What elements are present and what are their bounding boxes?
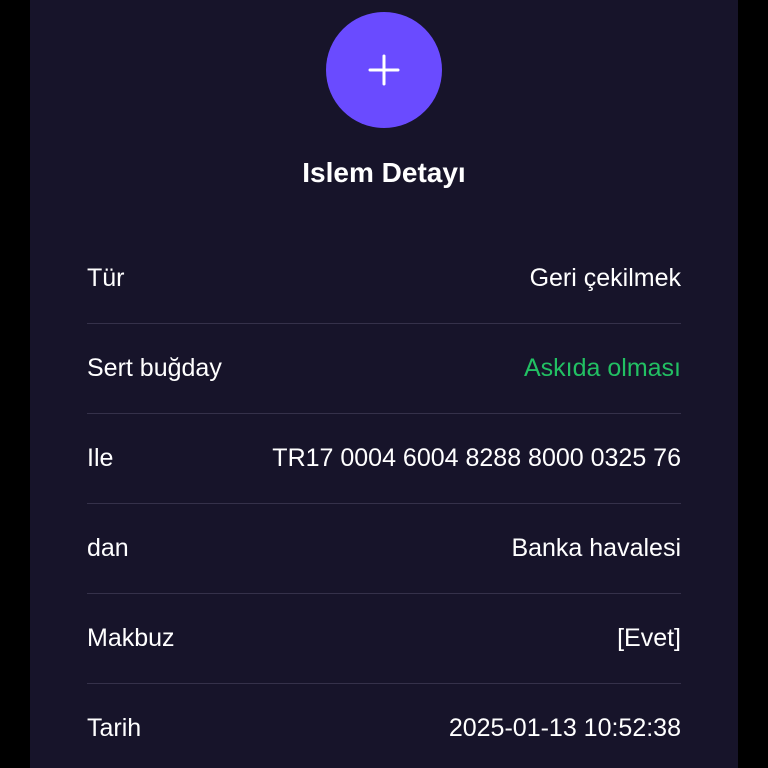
- detail-value: Geri çekilmek: [529, 264, 681, 292]
- add-button[interactable]: [326, 12, 442, 128]
- detail-label: Tür: [87, 264, 125, 292]
- detail-row-type: Tür Geri çekilmek: [87, 234, 681, 324]
- detail-row-from: dan Banka havalesi: [87, 504, 681, 594]
- detail-row-receipt: Makbuz [Evet]: [87, 594, 681, 684]
- detail-list: Tür Geri çekilmek Sert buğday Askıda olm…: [87, 234, 681, 768]
- detail-row-date: Tarih 2025-01-13 10:52:38: [87, 684, 681, 768]
- page-title: Islem Detayı: [302, 157, 466, 188]
- detail-label: Tarih: [87, 714, 142, 742]
- detail-label: Makbuz: [87, 624, 175, 652]
- plus-icon: [368, 54, 400, 86]
- status-badge: Askıda olması: [523, 354, 681, 382]
- iban-value: TR17 0004 6004 8288 8000 0325 76: [272, 444, 681, 472]
- detail-value: Banka havalesi: [511, 534, 681, 562]
- detail-label: Sert buğday: [87, 354, 222, 382]
- detail-row-status: Sert buğday Askıda olması: [87, 324, 681, 414]
- detail-row-to: Ile TR17 0004 6004 8288 8000 0325 76: [87, 414, 681, 504]
- receipt-link[interactable]: [Evet]: [617, 624, 681, 653]
- transaction-detail-screen: Islem Detayı Tür Geri çekilmek Sert buğd…: [30, 0, 738, 768]
- detail-label: Ile: [87, 444, 114, 472]
- timestamp: 2025-01-13 10:52:38: [448, 714, 681, 742]
- detail-label: dan: [87, 534, 129, 562]
